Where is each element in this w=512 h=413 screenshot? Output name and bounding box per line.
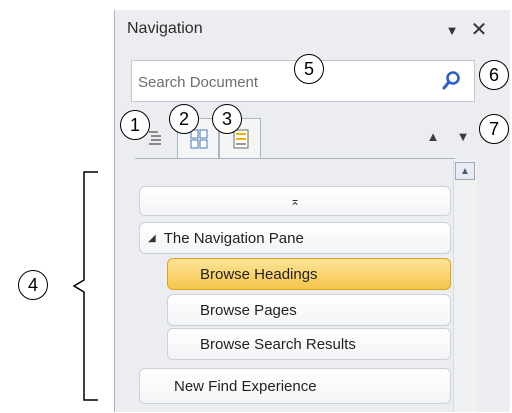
heading-item[interactable]: New Find Experience — [139, 368, 451, 404]
heading-label: Browse Headings — [200, 265, 318, 283]
search-input[interactable] — [136, 70, 440, 94]
triangle-up-icon: ▲ — [426, 128, 440, 144]
search-results-icon — [233, 129, 249, 149]
list-bracket — [72, 171, 98, 401]
pane-title: Navigation — [127, 20, 203, 37]
callout-5: 5 — [294, 54, 324, 84]
heading-item-selected[interactable]: Browse Headings — [167, 258, 451, 290]
triangle-down-icon: ▼ — [456, 128, 470, 144]
close-pane-button[interactable]: ✕ — [467, 17, 491, 41]
collapse-all-button[interactable]: ⌅ — [139, 186, 451, 216]
callout-2: 2 — [169, 104, 199, 134]
heading-label: The Navigation Pane — [163, 229, 304, 247]
heading-item[interactable]: Browse Pages — [167, 294, 451, 326]
close-icon: ✕ — [470, 18, 488, 41]
page-thumbnails-icon — [190, 129, 208, 149]
next-result-button[interactable]: ▼ — [453, 126, 473, 146]
heading-item[interactable]: ◢ The Navigation Pane — [139, 222, 451, 254]
heading-label: Browse Search Results — [200, 335, 356, 353]
pane-menu-button[interactable]: ▼ — [437, 19, 467, 41]
callout-3: 3 — [212, 104, 242, 134]
heading-label: New Find Experience — [174, 377, 317, 395]
dropdown-triangle-icon: ▼ — [445, 22, 459, 38]
scroll-up-button[interactable]: ▲ — [455, 162, 475, 180]
scroll-up-icon: ▲ — [460, 165, 470, 177]
previous-result-button[interactable]: ▲ — [423, 126, 443, 146]
scrollbar[interactable]: ▲ — [453, 160, 477, 412]
expanded-triangle-icon: ◢ — [148, 232, 156, 244]
heading-item[interactable]: Browse Search Results — [167, 328, 451, 360]
callout-7: 7 — [479, 114, 509, 144]
callout-4: 4 — [18, 270, 48, 300]
heading-label: Browse Pages — [200, 301, 297, 319]
callout-6: 6 — [479, 60, 509, 90]
headings-icon — [149, 131, 161, 145]
magnifier-icon[interactable] — [440, 69, 464, 93]
callout-1: 1 — [120, 110, 150, 140]
collapse-all-icon: ⌅ — [289, 194, 301, 208]
